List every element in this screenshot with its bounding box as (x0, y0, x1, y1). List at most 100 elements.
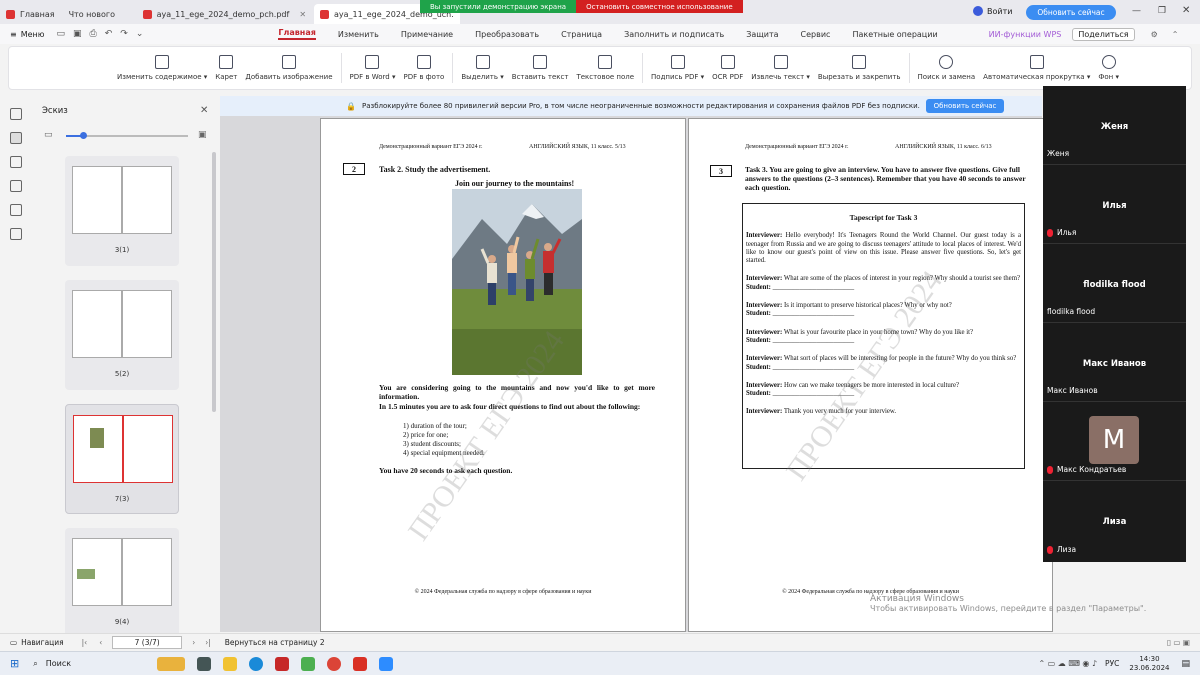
comment-icon[interactable] (10, 156, 22, 168)
edit-content-button[interactable]: Изменить содержимое ▾ (117, 55, 207, 81)
insert-text-button[interactable]: Вставить текст (512, 55, 568, 81)
tray-icons[interactable]: ⌃ ▭ ☁ ⌨ ◉ ♪ (1038, 659, 1097, 668)
share-button[interactable]: Поделиться (1072, 27, 1135, 41)
ribbon-label: Добавить изображение (245, 73, 333, 81)
login-button[interactable]: Войти (973, 6, 1012, 16)
chrome-icon[interactable] (327, 656, 342, 671)
thumb-label: 3(1) (114, 246, 130, 254)
small-thumb-icon[interactable]: ▭ (44, 130, 53, 140)
panel-scrollbar[interactable] (212, 152, 216, 412)
menu-convert[interactable]: Преобразовать (475, 30, 539, 39)
bookmark-icon[interactable] (10, 108, 22, 120)
pro-banner-text: Разблокируйте более 80 привилегий версии… (361, 102, 920, 110)
pdf-to-photo-button[interactable]: PDF в фото (403, 55, 444, 81)
menu-protect[interactable]: Защита (746, 30, 778, 39)
save-icon[interactable]: ▣ (73, 29, 82, 39)
cut-pin-button[interactable]: Вырезать и закрепить (818, 55, 901, 81)
menu-page[interactable]: Страница (561, 30, 602, 39)
slider-handle[interactable] (80, 132, 87, 139)
next-page-icon[interactable]: › (192, 638, 195, 647)
task-view-icon[interactable] (197, 656, 212, 671)
language-indicator[interactable]: РУС (1105, 659, 1119, 668)
menu-fill-sign[interactable]: Заполнить и подписать (624, 30, 724, 39)
close-panel-icon[interactable]: ✕ (200, 105, 208, 116)
windows-start-icon[interactable]: ⊞ (10, 657, 19, 670)
open-folder-icon[interactable]: ▭ (57, 29, 66, 39)
last-page-icon[interactable]: ›| (205, 638, 211, 647)
back-to-page-link[interactable]: Вернуться на страницу 2 (225, 638, 325, 647)
tab-pdf-pch[interactable]: aya_11_ege_2024_demo_pch.pdf ✕ (137, 4, 312, 24)
participant-name: Женя (1100, 122, 1129, 132)
ocr-pdf-button[interactable]: OCR PDF (712, 55, 743, 81)
navigation-icon[interactable]: ▭ (10, 638, 17, 647)
collapse-ribbon-icon[interactable]: ⌃ (1172, 30, 1179, 39)
app-icon[interactable] (301, 656, 316, 671)
close-window-icon[interactable]: ✕ (1182, 5, 1190, 16)
add-image-button[interactable]: Добавить изображение (245, 55, 333, 81)
attachment-icon[interactable] (10, 180, 22, 192)
clock[interactable]: 14:30 23.06.2024 (1129, 655, 1169, 673)
widgets-icon[interactable] (157, 656, 186, 671)
zoom-icon[interactable] (379, 656, 394, 671)
screen-share-banner: Вы запустили демонстрацию экрана Останов… (420, 0, 743, 13)
intro-paragraph: Interviewer: Hello everybody! It's Teena… (746, 232, 1021, 265)
file-explorer-icon[interactable] (223, 656, 238, 671)
participant-tile[interactable]: M Макс Кондратьев (1043, 402, 1186, 481)
upgrade-now-button[interactable]: Обновить сейчас (926, 99, 1004, 113)
extract-text-button[interactable]: Извлечь текст ▾ (751, 55, 810, 81)
ribbon-divider (908, 53, 910, 83)
settings-icon[interactable]: ⚙ (1151, 30, 1158, 39)
sign-pdf-button[interactable]: Подпись PDF ▾ (651, 55, 704, 81)
page-number-input[interactable]: 7 (3/7) (112, 636, 183, 649)
menu-annotate[interactable]: Примечание (401, 30, 453, 39)
caret-button[interactable]: Карет (215, 55, 237, 81)
find-replace-button[interactable]: Поиск и замена (918, 55, 975, 81)
participant-tile[interactable]: flodilka flood flodilka flood (1043, 244, 1186, 323)
thumbnails-icon[interactable] (10, 132, 22, 144)
participant-tile[interactable]: Макс Иванов Макс Иванов (1043, 323, 1186, 402)
navigation-label[interactable]: Навигация (21, 638, 64, 647)
redo-icon[interactable]: ↷ (120, 29, 128, 39)
menu-tools[interactable]: Сервис (801, 30, 831, 39)
update-now-button[interactable]: Обновить сейчас (1026, 5, 1116, 20)
menu-home[interactable]: Главная (278, 28, 316, 40)
participant-tile[interactable]: Лиза Лиза (1043, 481, 1186, 560)
stop-share-button[interactable]: Остановить совместное использование (576, 0, 743, 13)
background-button[interactable]: Фон ▾ (1098, 55, 1119, 81)
auto-scroll-button[interactable]: Автоматическая прокрутка ▾ (983, 55, 1090, 81)
wps-office-icon[interactable] (353, 656, 368, 671)
app-icon[interactable] (275, 656, 290, 671)
main-menu-button[interactable]: ≡ Меню (10, 30, 45, 39)
participant-tile[interactable]: Женя Женя (1043, 86, 1186, 165)
minimize-icon[interactable]: — (1132, 6, 1141, 16)
notifications-icon[interactable]: ▤ (1181, 659, 1190, 669)
highlight-button[interactable]: Выделить ▾ (461, 55, 504, 81)
print-icon[interactable]: ⎙ (90, 29, 97, 39)
prev-page-icon[interactable]: ‹ (99, 638, 102, 647)
edge-icon[interactable] (249, 656, 264, 671)
thumbnail-item[interactable]: 9(4) (65, 528, 179, 638)
thumbnail-item[interactable]: 3(1) (65, 156, 179, 266)
text-box-button[interactable]: Текстовое поле (576, 55, 634, 81)
tab-home[interactable]: Главная (0, 4, 61, 24)
thumbnail-item-selected[interactable]: 7(3) (65, 404, 179, 514)
participant-tile[interactable]: Илья Илья (1043, 165, 1186, 244)
question-text: What are some of the places of interest … (783, 275, 1020, 283)
taskbar-search[interactable]: ⌕ Поиск (33, 659, 151, 669)
menu-batch[interactable]: Пакетные операции (852, 30, 937, 39)
ai-features-button[interactable]: ИИ-функции WPS (989, 30, 1062, 39)
menu-edit[interactable]: Изменить (338, 30, 379, 39)
first-page-icon[interactable]: |‹ (82, 638, 88, 647)
close-icon[interactable]: ✕ (299, 10, 306, 19)
undo-icon[interactable]: ↶ (105, 29, 113, 39)
thumbnail-item[interactable]: 5(2) (65, 280, 179, 390)
signature-panel-icon[interactable] (10, 204, 22, 216)
chevron-down-icon[interactable]: ⌄ (136, 29, 144, 39)
tab-whats-new[interactable]: Что нового (63, 4, 135, 24)
large-thumb-icon[interactable]: ▣ (198, 130, 207, 140)
view-mode-icons[interactable]: ▯ ▭ ▣ (1167, 638, 1190, 647)
layers-icon[interactable] (10, 228, 22, 240)
restore-icon[interactable]: ❐ (1158, 6, 1166, 16)
pdf-to-word-button[interactable]: PDF в Word ▾ (350, 55, 395, 81)
thumb-size-slider[interactable] (66, 132, 188, 139)
